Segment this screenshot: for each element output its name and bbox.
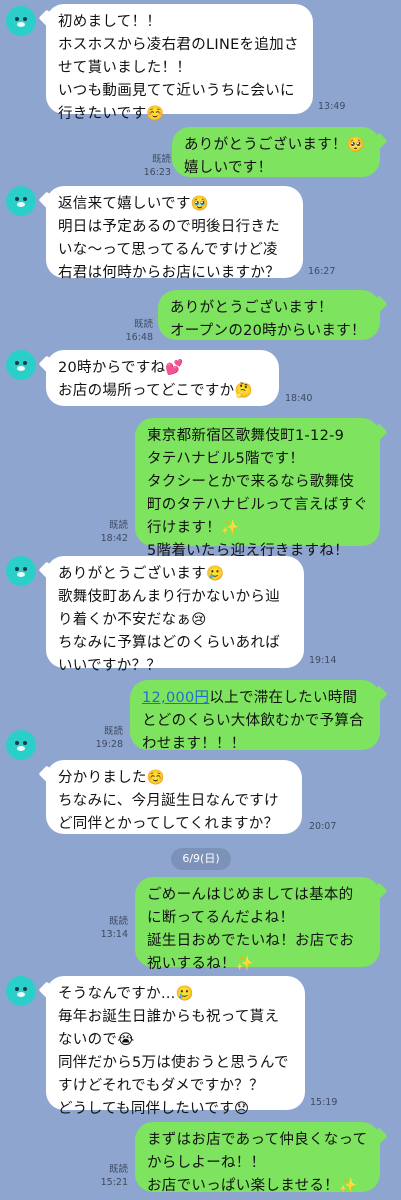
message-time: 19:14	[309, 655, 337, 666]
contact-avatar[interactable]	[6, 6, 36, 36]
read-receipt: 既読 19:28	[95, 726, 123, 750]
incoming-message[interactable]: そうなんですか…🥲 毎年お誕生日誰からも祝って貰えないので😭 同伴だから5万は使…	[46, 976, 305, 1117]
message-time: 13:49	[318, 101, 346, 112]
read-receipt: 既読 16:23	[143, 154, 171, 178]
outgoing-message[interactable]: 12,000円以上で滞在したい時間とどのくらい大体飲むかで予算合わせます！！！	[130, 680, 380, 752]
incoming-message[interactable]: ありがとうございます🥲 歌舞伎町あんまり行かないから辿り着くか不安だなぁ😢 ちな…	[46, 556, 304, 674]
contact-avatar[interactable]	[6, 556, 36, 586]
contact-avatar[interactable]	[6, 350, 36, 380]
message-time: 15:19	[310, 1097, 338, 1108]
read-receipt: 既読 16:48	[125, 319, 153, 343]
outgoing-message[interactable]: 東京都新宿区歌舞伎町1-12-9 タテハナビル5階です！ タクシーとかで来るなら…	[135, 418, 380, 559]
outgoing-message[interactable]: ごめーんはじめましては基本的に断ってるんだよね！ 誕生日おめでたいね！お店でお祝…	[135, 877, 380, 972]
message-time: 20:07	[309, 821, 337, 832]
outgoing-message[interactable]: ありがとうございます！ オープンの20時からいます！	[158, 290, 380, 340]
outgoing-message[interactable]: ありがとうございます！🥺 嬉しいです！	[172, 127, 380, 177]
incoming-message[interactable]: 分かりました☺️ ちなみに、今月誕生日なんですけど同伴とかってしてくれますか？	[46, 760, 302, 834]
incoming-message[interactable]: 初めまして！！ ホスホスから凌右君のLINEを追加させて貰いました！！ いつも動…	[46, 4, 313, 122]
read-receipt: 既読 18:42	[100, 520, 128, 544]
date-separator: 6/9(日)	[171, 848, 231, 870]
outgoing-message[interactable]: まずはお店であって仲良くなってからしよーね！！ お店でいっぱい楽しませる！✨	[135, 1122, 380, 1194]
contact-avatar[interactable]	[6, 730, 36, 760]
message-time: 16:27	[308, 266, 336, 277]
contact-avatar[interactable]	[6, 186, 36, 216]
incoming-message[interactable]: 20時からですね💕 お店の場所ってどこですか🤔	[46, 350, 279, 406]
read-receipt: 既読 15:21	[100, 1164, 128, 1188]
price-link[interactable]: 12,000円	[142, 690, 209, 706]
contact-avatar[interactable]	[6, 976, 36, 1006]
read-receipt: 既読 13:14	[100, 916, 128, 940]
incoming-message[interactable]: 返信来て嬉しいです🥹 明日は予定あるので明後日行きたいな〜って思ってるんですけど…	[46, 186, 303, 281]
message-time: 18:40	[285, 393, 313, 404]
